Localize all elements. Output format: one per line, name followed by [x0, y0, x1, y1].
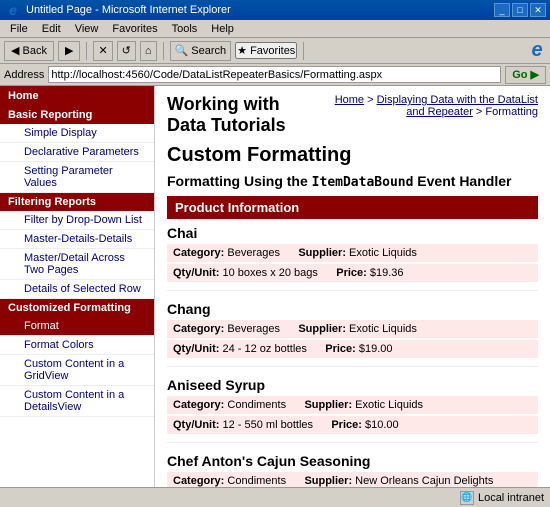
main-area: Home Basic Reporting Simple Display Decl…: [0, 86, 550, 487]
address-bar: Address http://localhost:4560/Code/DataL…: [0, 64, 550, 86]
sidebar-item-details-selected-row[interactable]: Details of Selected Row: [0, 280, 154, 299]
sidebar-header-basic-reporting: Basic Reporting: [0, 106, 154, 124]
sidebar-item-custom-content-gridview[interactable]: Custom Content in a GridView: [0, 355, 154, 386]
site-title: Working with Data Tutorials: [167, 94, 320, 136]
product-item-chang: Chang Category: Beverages Supplier: Exot…: [167, 301, 538, 367]
supplier-label: Supplier:: [298, 247, 346, 259]
menu-file[interactable]: File: [4, 22, 34, 36]
menu-favorites[interactable]: Favorites: [106, 22, 163, 36]
favorites-button[interactable]: ★ Favorites: [235, 42, 297, 59]
menu-view[interactable]: View: [69, 22, 105, 36]
sidebar-item-setting-parameter-values[interactable]: Setting Parameter Values: [0, 162, 154, 193]
refresh-button[interactable]: ↺: [117, 41, 136, 61]
sidebar-header-filtering-reports: Filtering Reports: [0, 193, 154, 211]
product-info-row-chang-1: Category: Beverages Supplier: Exotic Liq…: [167, 320, 538, 338]
product-item-chai: Chai Category: Beverages Supplier: Exoti…: [167, 225, 538, 291]
product-item-chef-anton: Chef Anton's Cajun Seasoning Category: C…: [167, 453, 538, 487]
product-info-row-aniseed-1: Category: Condiments Supplier: Exotic Li…: [167, 396, 538, 414]
toolbar-separator-1: [86, 42, 87, 60]
sidebar-header-customized-formatting: Customized Formatting: [0, 299, 154, 317]
menu-tools[interactable]: Tools: [166, 22, 204, 36]
minimize-button[interactable]: _: [494, 3, 510, 17]
search-button[interactable]: 🔍 Search: [170, 41, 232, 61]
zone-icon: 🌐: [460, 491, 474, 505]
toolbar: ◀ Back ▶ ✕ ↺ ⌂ 🔍 Search ★ Favorites e: [0, 38, 550, 64]
site-header: Working with Data Tutorials Home > Displ…: [167, 94, 538, 136]
title-bar: e Untitled Page - Microsoft Internet Exp…: [0, 0, 550, 20]
section-subtitle: Formatting Using the ItemDataBound Event…: [167, 173, 538, 190]
maximize-button[interactable]: □: [512, 3, 528, 17]
sidebar-item-filter-dropdown[interactable]: Filter by Drop-Down List: [0, 211, 154, 230]
stop-button[interactable]: ✕: [93, 41, 112, 61]
sidebar-item-master-details[interactable]: Master-Details-Details: [0, 230, 154, 249]
menu-edit[interactable]: Edit: [36, 22, 67, 36]
product-name-chai: Chai: [167, 225, 538, 241]
breadcrumb-home[interactable]: Home: [335, 94, 364, 106]
sidebar-item-custom-content-detailsview[interactable]: Custom Content in a DetailsView: [0, 386, 154, 417]
close-button[interactable]: ✕: [530, 3, 546, 17]
category-label: Category:: [173, 247, 224, 259]
window-controls[interactable]: _ □ ✕: [494, 3, 546, 17]
back-button[interactable]: ◀ Back: [4, 41, 54, 61]
product-info-row-chai-1: Category: Beverages Supplier: Exotic Liq…: [167, 244, 538, 262]
product-header: Product Information: [167, 196, 538, 219]
toolbar-separator-2: [163, 42, 164, 60]
address-label: Address: [4, 69, 44, 81]
breadcrumb-current: Formatting: [485, 106, 538, 118]
home-button[interactable]: ⌂: [140, 41, 157, 61]
status-bar: 🌐 Local intranet: [0, 487, 550, 507]
zone-label: Local intranet: [478, 492, 544, 504]
price-label: Price:: [336, 267, 367, 279]
product-info-row-chef-anton-1: Category: Condiments Supplier: New Orlea…: [167, 472, 538, 487]
product-info-row-chai-2: Qty/Unit: 10 boxes x 20 bags Price: $19.…: [167, 264, 538, 282]
product-item-aniseed-syrup: Aniseed Syrup Category: Condiments Suppl…: [167, 377, 538, 443]
toolbar-separator-3: [303, 42, 304, 60]
product-name-chang: Chang: [167, 301, 538, 317]
product-name-aniseed-syrup: Aniseed Syrup: [167, 377, 538, 393]
sidebar-item-format-colors[interactable]: Format Colors: [0, 336, 154, 355]
product-info-row-aniseed-2: Qty/Unit: 12 - 550 ml bottles Price: $10…: [167, 416, 538, 434]
sidebar: Home Basic Reporting Simple Display Decl…: [0, 86, 155, 487]
status-zone: 🌐 Local intranet: [460, 491, 544, 505]
ie-icon: e: [4, 1, 22, 19]
sidebar-item-format[interactable]: Format: [0, 317, 154, 336]
forward-button[interactable]: ▶: [58, 41, 80, 61]
product-name-chef-anton: Chef Anton's Cajun Seasoning: [167, 453, 538, 469]
menu-help[interactable]: Help: [205, 22, 240, 36]
qty-label: Qty/Unit:: [173, 267, 219, 279]
ie-logo-icon: e: [528, 42, 546, 60]
url-text[interactable]: http://localhost:4560/Code/DataListRepea…: [51, 69, 382, 81]
sidebar-item-declarative-parameters[interactable]: Declarative Parameters: [0, 143, 154, 162]
sidebar-item-master-detail-pages[interactable]: Master/Detail Across Two Pages: [0, 249, 154, 280]
window-title: Untitled Page - Microsoft Internet Explo…: [26, 4, 231, 16]
content-area: Working with Data Tutorials Home > Displ…: [155, 86, 550, 487]
search-area: 🔍 Search: [170, 41, 232, 61]
breadcrumb: Home > Displaying Data with the DataList…: [320, 94, 538, 118]
product-info-row-chang-2: Qty/Unit: 24 - 12 oz bottles Price: $19.…: [167, 340, 538, 358]
sidebar-home[interactable]: Home: [0, 86, 154, 106]
menu-bar: File Edit View Favorites Tools Help: [0, 20, 550, 38]
page-title: Custom Formatting: [167, 144, 538, 167]
go-button[interactable]: Go ▶: [505, 66, 546, 84]
url-bar[interactable]: http://localhost:4560/Code/DataListRepea…: [48, 66, 501, 83]
sidebar-item-simple-display[interactable]: Simple Display: [0, 124, 154, 143]
